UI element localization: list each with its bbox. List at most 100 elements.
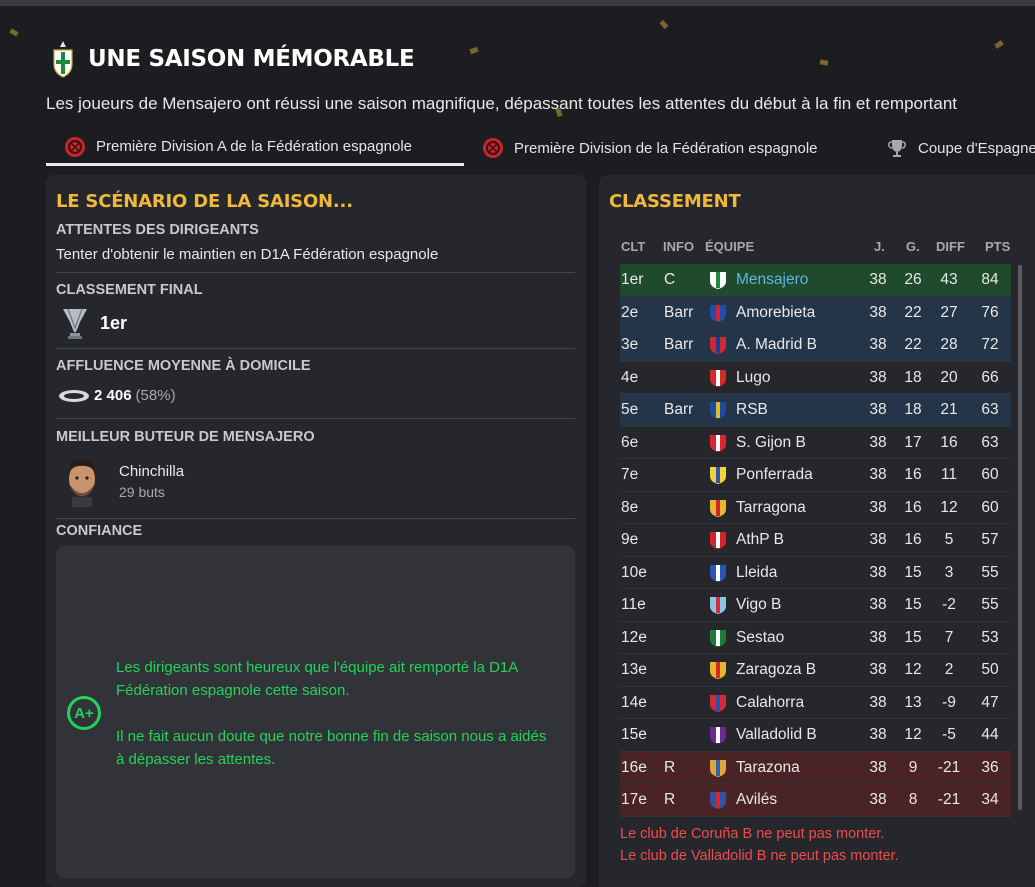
row-team-name[interactable]: Mensajero (736, 271, 808, 289)
row-points: 72 (981, 336, 999, 353)
standings-header-row: CLT INFO ÉQUIPE J. G. DIFF PTS (599, 239, 1035, 261)
confidence-box: A+ Les dirigeants sont heureux que l'équ… (56, 546, 575, 878)
standings-scrollbar[interactable] (1018, 265, 1022, 810)
top-scorer[interactable]: Chinchilla 29 buts (60, 455, 184, 507)
club-crest-icon (710, 564, 726, 582)
row-position: 4e (621, 368, 639, 386)
row-position: 3e (621, 336, 639, 353)
confetti (469, 46, 479, 55)
table-row[interactable]: 2e Barr Amorebieta 38 22 27 76 (620, 296, 1011, 329)
row-team-name[interactable]: Lleida (736, 564, 777, 582)
table-row[interactable]: 1er C Mensajero 38 26 43 84 (620, 264, 1011, 297)
club-crest-icon (710, 759, 726, 777)
page-header: UNE SAISON MÉMORABLE (52, 40, 415, 78)
row-team-name[interactable]: Lugo (736, 369, 770, 387)
row-points: 57 (981, 531, 999, 548)
table-row[interactable]: 5e Barr RSB 38 18 21 63 (620, 394, 1011, 427)
row-goal-diff: 21 (940, 401, 958, 418)
row-goal-diff: -9 (942, 693, 956, 711)
table-row[interactable]: 12e Sestao 38 15 7 53 (620, 622, 1011, 654)
row-played: 38 (869, 271, 887, 288)
row-points: 63 (981, 433, 999, 451)
row-wins: 18 (904, 401, 922, 418)
row-wins: 8 (908, 791, 918, 808)
club-crest-icon (710, 434, 726, 452)
row-points: 60 (981, 466, 999, 483)
row-played: 38 (869, 531, 887, 548)
row-goal-diff: 27 (940, 303, 958, 321)
confetti (819, 59, 829, 66)
col-header-played[interactable]: J. (874, 239, 885, 254)
tab-premiere-division[interactable]: Première Division de la Fédération espag… (482, 130, 818, 166)
table-row[interactable]: 17e R Avilés 38 8 -21 34 (620, 784, 1011, 817)
row-points: 55 (981, 596, 999, 613)
row-team-name[interactable]: Zaragoza B (736, 661, 816, 679)
row-wins: 17 (904, 433, 922, 451)
row-team-name[interactable]: Amorebieta (736, 304, 815, 322)
row-team-name[interactable]: Ponferrada (736, 466, 813, 484)
col-header-diff[interactable]: DIFF (936, 239, 965, 254)
row-goal-diff: 11 (940, 466, 958, 483)
confetti (659, 19, 669, 30)
promotion-note: Le club de Valladolid B ne peut pas mont… (620, 848, 899, 864)
col-header-info[interactable]: INFO (663, 239, 694, 254)
row-team-name[interactable]: Valladolid B (736, 726, 817, 744)
row-team-name[interactable]: A. Madrid B (736, 336, 817, 354)
row-team-name[interactable]: S. Gijon B (736, 434, 806, 452)
tab-label: Première Division A de la Fédération esp… (96, 138, 413, 155)
row-team-name[interactable]: Tarragona (736, 499, 806, 517)
club-crest-icon (710, 272, 726, 289)
row-team-name[interactable]: Avilés (736, 791, 777, 809)
table-row[interactable]: 13e Zaragoza B 38 12 2 50 (620, 654, 1011, 687)
col-header-team[interactable]: ÉQUIPE (705, 239, 754, 254)
row-wins: 16 (904, 466, 922, 483)
row-played: 38 (869, 433, 887, 451)
attendance: 2 406 (58%) (58, 387, 176, 404)
row-wins: 9 (908, 758, 918, 776)
tab-coupe-espagne[interactable]: Coupe d'Espagne (886, 130, 1035, 166)
table-row[interactable]: 4e Lugo 38 18 20 66 (620, 362, 1011, 394)
row-team-name[interactable]: Sestao (736, 629, 784, 647)
table-row[interactable]: 10e Lleida 38 15 3 55 (620, 557, 1011, 589)
row-wins: 22 (904, 303, 922, 321)
confidence-paragraph: Il ne fait aucun doute que notre bonne f… (116, 728, 547, 768)
season-scenario-panel: LE SCÉNARIO DE LA SAISON... ATTENTES DES… (46, 175, 586, 887)
row-team-name[interactable]: RSB (736, 401, 768, 419)
club-crest-icon (710, 597, 726, 614)
row-goal-diff: -21 (937, 791, 961, 808)
table-row[interactable]: 8e Tarragona 38 16 12 60 (620, 492, 1011, 524)
confidence-heading: CONFIANCE (56, 523, 143, 539)
col-header-pos[interactable]: CLT (621, 239, 645, 254)
table-row[interactable]: 6e S. Gijon B 38 17 16 63 (620, 427, 1011, 459)
tab-premiere-division-a[interactable]: Première Division A de la Fédération esp… (46, 130, 464, 166)
row-team-name[interactable]: AthP B (736, 531, 784, 549)
standings-panel: CLASSEMENT CLT INFO ÉQUIPE J. G. DIFF PT… (599, 175, 1035, 887)
row-info: Barr (664, 303, 694, 321)
table-row[interactable]: 16e R Tarazona 38 9 -21 36 (620, 751, 1011, 784)
row-info: Barr (664, 336, 694, 353)
page-title: UNE SAISON MÉMORABLE (88, 46, 415, 72)
row-played: 38 (869, 466, 887, 483)
club-crest-icon (710, 629, 726, 647)
table-row[interactable]: 11e Vigo B 38 15 -2 55 (620, 589, 1011, 622)
top-scorer-name[interactable]: Chinchilla (119, 463, 184, 480)
attendance-percent: (58%) (135, 387, 176, 404)
row-played: 38 (869, 791, 887, 808)
row-played: 38 (869, 693, 887, 711)
table-row[interactable]: 15e Valladolid B 38 12 -5 44 (620, 719, 1011, 752)
row-team-name[interactable]: Tarazona (736, 759, 800, 777)
club-crest-icon (710, 304, 726, 322)
row-played: 38 (869, 596, 887, 613)
table-row[interactable]: 14e Calahorra 38 13 -9 47 (620, 687, 1011, 719)
row-goal-diff: -2 (942, 596, 956, 613)
row-goal-diff: 3 (944, 563, 954, 581)
row-team-name[interactable]: Calahorra (736, 694, 804, 712)
row-goal-diff: 5 (944, 531, 954, 548)
row-points: 55 (981, 563, 999, 581)
col-header-wins[interactable]: G. (906, 239, 920, 254)
table-row[interactable]: 7e Ponferrada 38 16 11 60 (620, 459, 1011, 492)
table-row[interactable]: 3e Barr A. Madrid B 38 22 28 72 (620, 329, 1011, 362)
col-header-pts[interactable]: PTS (985, 239, 1010, 254)
row-team-name[interactable]: Vigo B (736, 596, 781, 614)
table-row[interactable]: 9e AthP B 38 16 5 57 (620, 524, 1011, 557)
